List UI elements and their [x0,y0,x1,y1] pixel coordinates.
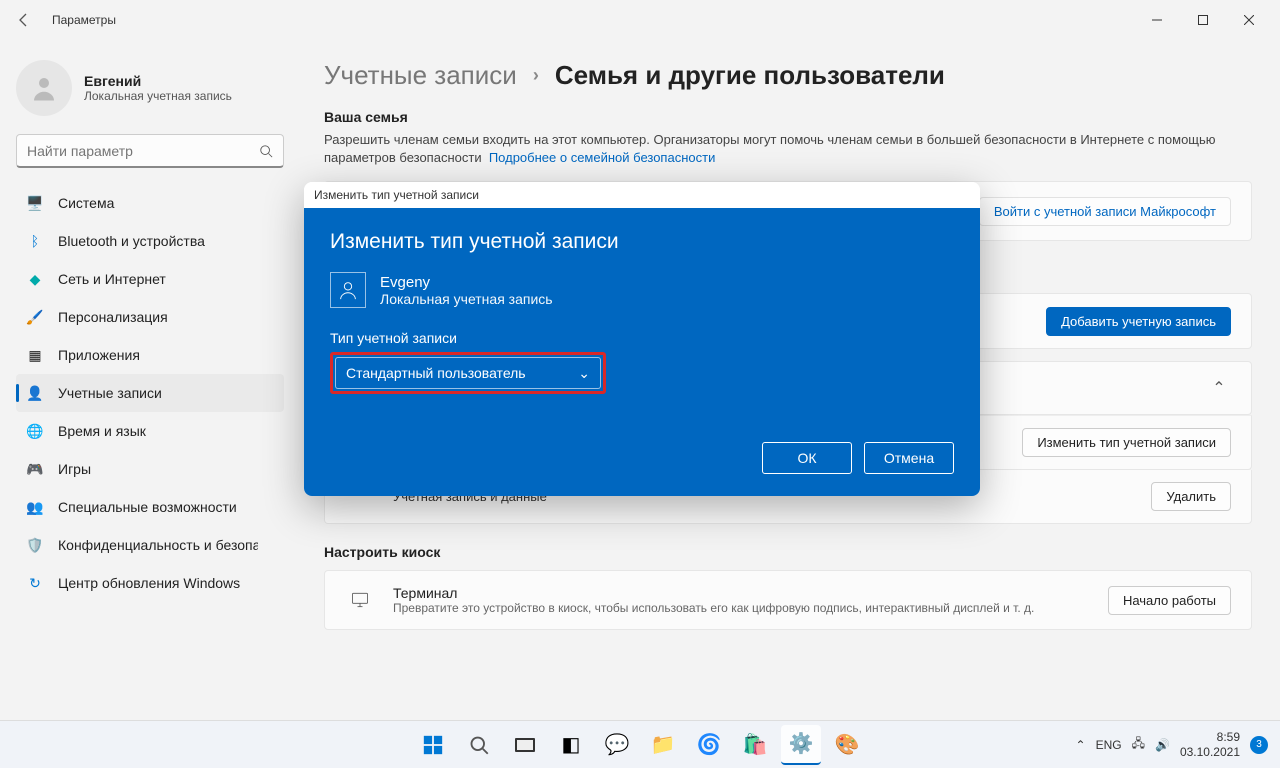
app-icon[interactable]: 🎨 [827,725,867,765]
wifi-icon: ◆ [26,270,44,288]
chevron-down-icon: ⌄ [578,365,590,382]
nav-accounts[interactable]: 👤Учетные записи [16,374,284,412]
nav-privacy[interactable]: 🛡️Конфиденциальность и безопасность [16,526,284,564]
nav-bluetooth[interactable]: ᛒBluetooth и устройства [16,222,284,260]
kiosk-card: Терминал Превратите это устройство в кио… [324,570,1252,630]
account-type-label: Тип учетной записи [330,330,954,346]
nav-gaming[interactable]: 🎮Игры [16,450,284,488]
dialog-user-sub: Локальная учетная запись [380,291,553,307]
widgets-icon[interactable]: ◧ [551,725,591,765]
language-indicator[interactable]: ENG [1096,738,1122,752]
person-icon: 👤 [26,384,44,402]
dialog-titlebar: Изменить тип учетной записи [304,182,980,208]
nav-personalization[interactable]: 🖌️Персонализация [16,298,284,336]
edge-icon[interactable]: 🌀 [689,725,729,765]
breadcrumb: Учетные записи › Семья и другие пользова… [324,60,1252,91]
apps-icon: ▦ [26,346,44,364]
maximize-button[interactable] [1180,4,1226,36]
user-subtitle: Локальная учетная запись [84,89,232,103]
family-description: Разрешить членам семьи входить на этот к… [324,131,1252,167]
dialog-heading: Изменить тип учетной записи [330,230,954,254]
add-account-button[interactable]: Добавить учетную запись [1046,307,1231,336]
user-name: Евгений [84,73,232,89]
taskview-icon[interactable] [505,725,545,765]
kiosk-terminal-label: Терминал [393,585,1108,601]
search-field[interactable] [27,143,259,159]
start-button[interactable] [413,725,453,765]
nav-list: 🖥️Система ᛒBluetooth и устройства ◆Сеть … [16,184,284,602]
delete-account-button[interactable]: Удалить [1151,482,1231,511]
family-heading: Ваша семья [324,109,1252,125]
network-tray-icon[interactable]: 🖧 [1132,734,1145,755]
kiosk-terminal-desc: Превратите это устройство в киоск, чтобы… [393,601,1108,615]
store-icon[interactable]: 🛍️ [735,725,775,765]
system-icon: 🖥️ [26,194,44,212]
accessibility-icon: 👥 [26,498,44,516]
nav-windows-update[interactable]: ↻Центр обновления Windows [16,564,284,602]
nav-apps[interactable]: ▦Приложения [16,336,284,374]
account-type-dropdown[interactable]: Стандартный пользователь ⌄ [335,357,601,389]
window-title: Параметры [52,13,116,27]
system-tray[interactable]: ⌃ ENG 🖧 🔊 8:59 03.10.2021 3 [1076,730,1280,759]
arrow-left-icon [16,12,32,28]
tray-chevron-icon[interactable]: ⌃ [1076,738,1086,752]
settings-taskbar-icon[interactable]: ⚙️ [781,725,821,765]
explorer-icon[interactable]: 📁 [643,725,683,765]
back-button[interactable] [8,4,40,36]
gamepad-icon: 🎮 [26,460,44,478]
breadcrumb-current: Семья и другие пользователи [555,60,945,91]
search-icon [259,144,273,158]
monitor-icon [345,590,375,610]
nav-system[interactable]: 🖥️Система [16,184,284,222]
titlebar: Параметры [0,0,1280,40]
dropdown-selected-value: Стандартный пользователь [346,365,526,381]
nav-time-language[interactable]: 🌐Время и язык [16,412,284,450]
bluetooth-icon: ᛒ [26,232,44,250]
volume-tray-icon[interactable]: 🔊 [1155,738,1170,752]
dialog-user-row: Evgeny Локальная учетная запись [330,272,954,308]
change-account-type-dialog: Изменить тип учетной записи Изменить тип… [304,182,980,496]
nav-accessibility[interactable]: 👥Специальные возможности [16,488,284,526]
breadcrumb-parent[interactable]: Учетные записи [324,60,517,91]
user-profile[interactable]: Евгений Локальная учетная запись [16,60,284,116]
search-input[interactable] [16,134,284,168]
highlight-box: Стандартный пользователь ⌄ [330,352,606,394]
change-account-type-button[interactable]: Изменить тип учетной записи [1022,428,1231,457]
avatar [16,60,72,116]
signin-microsoft-button[interactable]: Войти с учетной записи Майкрософт [979,197,1231,226]
update-icon: ↻ [26,574,44,592]
shield-icon: 🛡️ [26,536,44,554]
family-safety-link[interactable]: Подробнее о семейной безопасности [489,150,716,165]
chevron-up-icon: ⌃ [1207,378,1231,398]
ok-button[interactable]: ОК [762,442,852,474]
notification-badge[interactable]: 3 [1250,736,1268,754]
globe-icon: 🌐 [26,422,44,440]
close-button[interactable] [1226,4,1272,36]
taskbar: ◧ 💬 📁 🌀 🛍️ ⚙️ 🎨 ⌃ ENG 🖧 🔊 8:59 03.10.202… [0,720,1280,768]
minimize-button[interactable] [1134,4,1180,36]
cancel-button[interactable]: Отмена [864,442,954,474]
dialog-avatar [330,272,366,308]
clock[interactable]: 8:59 03.10.2021 [1180,730,1240,759]
sidebar: Евгений Локальная учетная запись 🖥️Систе… [0,40,300,720]
taskbar-search-icon[interactable] [459,725,499,765]
brush-icon: 🖌️ [26,308,44,326]
nav-network[interactable]: ◆Сеть и Интернет [16,260,284,298]
chat-icon[interactable]: 💬 [597,725,637,765]
dialog-user-name: Evgeny [380,274,553,291]
kiosk-start-button[interactable]: Начало работы [1108,586,1231,615]
kiosk-heading: Настроить киоск [324,544,1252,560]
chevron-right-icon: › [533,65,539,86]
